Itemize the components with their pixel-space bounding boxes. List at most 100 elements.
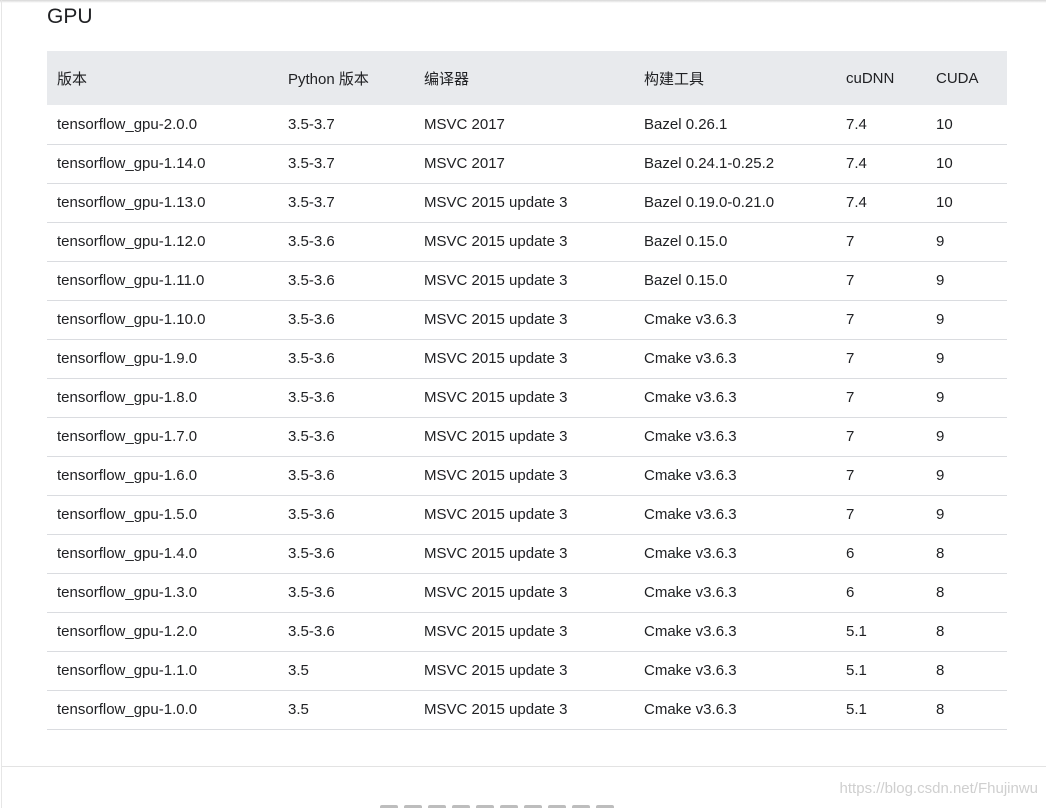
cell-cudnn: 7 bbox=[836, 339, 926, 379]
table-row: tensorflow_gpu-1.13.0 3.5-3.7 MSVC 2015 up… bbox=[47, 183, 1007, 223]
cell-python-version: 3.5-3.7 bbox=[278, 144, 414, 184]
cell-cuda: 9 bbox=[926, 417, 1007, 457]
cell-cudnn: 7.4 bbox=[836, 105, 926, 145]
content-left-border bbox=[1, 0, 2, 808]
cell-build-tool: Cmake v3.6.3 bbox=[634, 378, 836, 418]
table-row: tensorflow_gpu-1.7.0 3.5-3.6 MSVC 2015 upd… bbox=[47, 417, 1007, 457]
cell-compiler: MSVC 2015 update 3 bbox=[414, 651, 634, 691]
cell-cuda: 8 bbox=[926, 690, 1007, 730]
cell-python-version: 3.5-3.6 bbox=[278, 339, 414, 379]
cell-cuda: 8 bbox=[926, 612, 1007, 652]
cell-cudnn: 5.1 bbox=[836, 651, 926, 691]
cell-version: tensorflow_gpu-1.1.0 bbox=[47, 651, 278, 691]
cell-compiler: MSVC 2015 update 3 bbox=[414, 222, 634, 262]
cell-compiler: MSVC 2015 update 3 bbox=[414, 690, 634, 730]
cell-cudnn: 7.4 bbox=[836, 144, 926, 184]
cell-build-tool: Cmake v3.6.3 bbox=[634, 573, 836, 613]
cell-python-version: 3.5-3.6 bbox=[278, 534, 414, 574]
cell-compiler: MSVC 2015 update 3 bbox=[414, 456, 634, 496]
header-cuda: CUDA bbox=[936, 69, 979, 87]
table-row: tensorflow_gpu-1.14.0 3.5-3.7 MSVC 2017 Baz… bbox=[47, 144, 1007, 184]
cell-cudnn: 7 bbox=[836, 261, 926, 301]
cell-build-tool: Bazel 0.15.0 bbox=[634, 261, 836, 301]
cell-python-version: 3.5 bbox=[278, 690, 414, 730]
cell-version: tensorflow_gpu-2.0.0 bbox=[47, 105, 278, 145]
cell-cuda: 9 bbox=[926, 261, 1007, 301]
cell-build-tool: Cmake v3.6.3 bbox=[634, 456, 836, 496]
section-title: GPU bbox=[47, 5, 93, 28]
cell-build-tool: Cmake v3.6.3 bbox=[634, 300, 836, 340]
gpu-version-table: 版本 Python 版本 编译器 构建工具 cuDNN CUDA tensorf… bbox=[47, 51, 1007, 730]
cell-python-version: 3.5-3.6 bbox=[278, 612, 414, 652]
cell-version: tensorflow_gpu-1.6.0 bbox=[47, 456, 278, 496]
cell-compiler: MSVC 2015 update 3 bbox=[414, 183, 634, 223]
cell-python-version: 3.5-3.6 bbox=[278, 222, 414, 262]
cell-python-version: 3.5-3.7 bbox=[278, 105, 414, 145]
cell-cuda: 9 bbox=[926, 222, 1007, 262]
cell-cuda: 9 bbox=[926, 456, 1007, 496]
header-python-version: Python 版本 bbox=[288, 70, 369, 88]
table-row: tensorflow_gpu-1.3.0 3.5-3.6 MSVC 2015 upd… bbox=[47, 573, 1007, 613]
cell-python-version: 3.5-3.6 bbox=[278, 378, 414, 418]
table-row: tensorflow_gpu-1.5.0 3.5-3.6 MSVC 2015 upd… bbox=[47, 495, 1007, 535]
cell-cuda: 8 bbox=[926, 534, 1007, 574]
cell-build-tool: Cmake v3.6.3 bbox=[634, 690, 836, 730]
cell-cudnn: 5.1 bbox=[836, 612, 926, 652]
cell-cudnn: 7 bbox=[836, 222, 926, 262]
table-row: tensorflow_gpu-1.11.0 3.5-3.6 MSVC 2015 up… bbox=[47, 261, 1007, 301]
cell-build-tool: Bazel 0.15.0 bbox=[634, 222, 836, 262]
cell-compiler: MSVC 2017 bbox=[414, 105, 634, 145]
cell-python-version: 3.5-3.6 bbox=[278, 495, 414, 535]
cell-compiler: MSVC 2015 update 3 bbox=[414, 378, 634, 418]
cell-cudnn: 6 bbox=[836, 534, 926, 574]
cell-version: tensorflow_gpu-1.13.0 bbox=[47, 183, 278, 223]
table-row: tensorflow_gpu-1.0.0 3.5 MSVC 2015 update … bbox=[47, 690, 1007, 730]
cell-python-version: 3.5-3.6 bbox=[278, 456, 414, 496]
cell-cudnn: 7 bbox=[836, 456, 926, 496]
top-shadow bbox=[0, 0, 1046, 3]
cell-compiler: MSVC 2015 update 3 bbox=[414, 339, 634, 379]
cell-version: tensorflow_gpu-1.12.0 bbox=[47, 222, 278, 262]
cell-cuda: 10 bbox=[926, 183, 1007, 223]
next-section-heading-clipped bbox=[380, 798, 680, 808]
table-row: tensorflow_gpu-2.0.0 3.5-3.7 MSVC 2017 Baze… bbox=[47, 105, 1007, 145]
section-divider bbox=[2, 766, 1046, 767]
cell-build-tool: Bazel 0.24.1-0.25.2 bbox=[634, 144, 836, 184]
watermark: https://blog.csdn.net/Fhujinwu bbox=[839, 780, 1038, 797]
cell-python-version: 3.5-3.6 bbox=[278, 300, 414, 340]
cell-cudnn: 7 bbox=[836, 417, 926, 457]
cell-python-version: 3.5-3.6 bbox=[278, 261, 414, 301]
table-row: tensorflow_gpu-1.6.0 3.5-3.6 MSVC 2015 upd… bbox=[47, 456, 1007, 496]
header-compiler: 编译器 bbox=[424, 70, 470, 88]
page: GPU 版本 Python 版本 编译器 构建工具 cuDNN CUDA ten… bbox=[0, 0, 1046, 808]
header-cudnn: cuDNN bbox=[846, 69, 895, 87]
table-header-row: 版本 Python 版本 编译器 构建工具 cuDNN CUDA bbox=[47, 51, 1007, 105]
cell-version: tensorflow_gpu-1.11.0 bbox=[47, 261, 278, 301]
cell-version: tensorflow_gpu-1.10.0 bbox=[47, 300, 278, 340]
cell-compiler: MSVC 2015 update 3 bbox=[414, 612, 634, 652]
cell-compiler: MSVC 2015 update 3 bbox=[414, 534, 634, 574]
cell-build-tool: Bazel 0.26.1 bbox=[634, 105, 836, 145]
cell-cuda: 9 bbox=[926, 378, 1007, 418]
table-row: tensorflow_gpu-1.10.0 3.5-3.6 MSVC 2015 up… bbox=[47, 300, 1007, 340]
table-row: tensorflow_gpu-1.1.0 3.5 MSVC 2015 update … bbox=[47, 651, 1007, 691]
cell-cuda: 9 bbox=[926, 339, 1007, 379]
cell-version: tensorflow_gpu-1.4.0 bbox=[47, 534, 278, 574]
cell-version: tensorflow_gpu-1.0.0 bbox=[47, 690, 278, 730]
cell-cuda: 10 bbox=[926, 105, 1007, 145]
table-row: tensorflow_gpu-1.2.0 3.5-3.6 MSVC 2015 upd… bbox=[47, 612, 1007, 652]
cell-version: tensorflow_gpu-1.7.0 bbox=[47, 417, 278, 457]
cell-compiler: MSVC 2015 update 3 bbox=[414, 495, 634, 535]
cell-cudnn: 7.4 bbox=[836, 183, 926, 223]
table-row: tensorflow_gpu-1.9.0 3.5-3.6 MSVC 2015 upd… bbox=[47, 339, 1007, 379]
cell-compiler: MSVC 2015 update 3 bbox=[414, 261, 634, 301]
cell-cudnn: 7 bbox=[836, 378, 926, 418]
table-body: tensorflow_gpu-2.0.0 3.5-3.7 MSVC 2017 Baze… bbox=[47, 105, 1007, 730]
cell-python-version: 3.5-3.7 bbox=[278, 183, 414, 223]
cell-compiler: MSVC 2017 bbox=[414, 144, 634, 184]
table-row: tensorflow_gpu-1.4.0 3.5-3.6 MSVC 2015 upd… bbox=[47, 534, 1007, 574]
cell-compiler: MSVC 2015 update 3 bbox=[414, 573, 634, 613]
cell-cuda: 10 bbox=[926, 144, 1007, 184]
cell-python-version: 3.5-3.6 bbox=[278, 417, 414, 457]
cell-build-tool: Cmake v3.6.3 bbox=[634, 339, 836, 379]
